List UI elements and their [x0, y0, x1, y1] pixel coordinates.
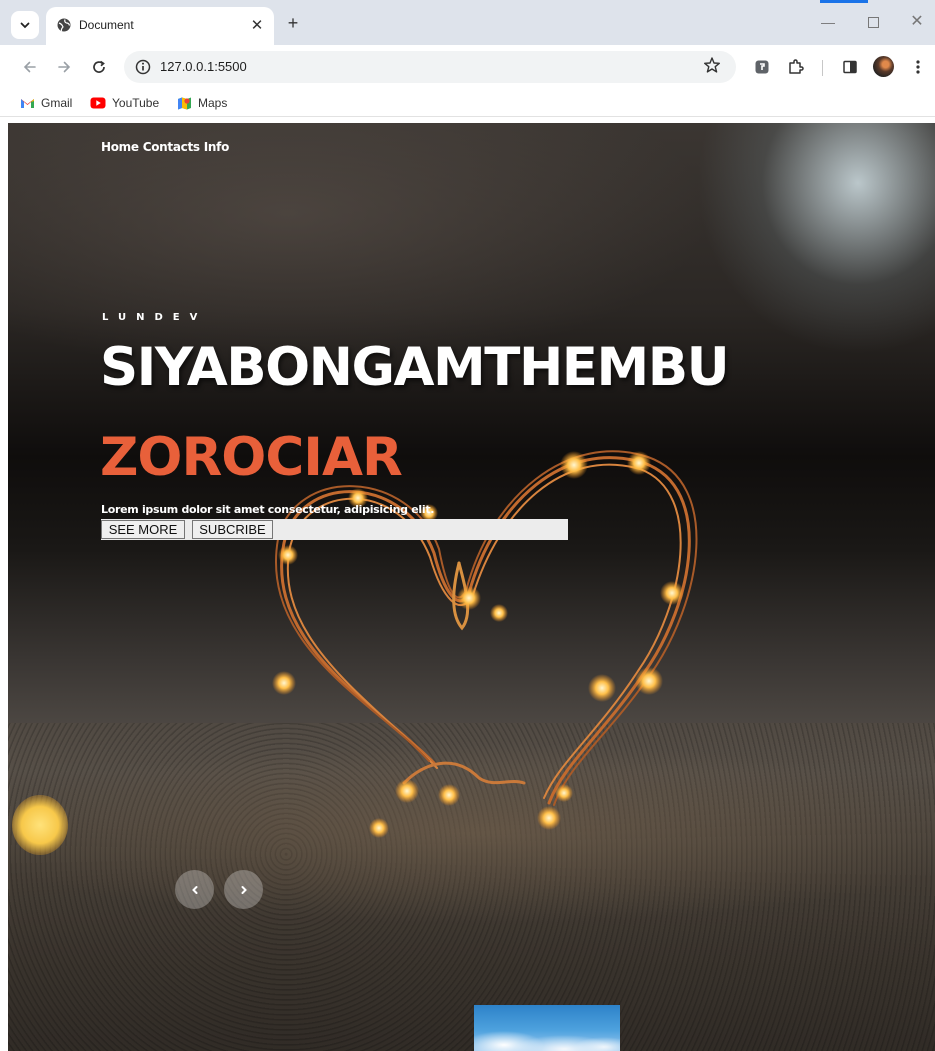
bookmark-maps[interactable]: Maps: [177, 94, 227, 112]
see-more-button[interactable]: SEE MORE: [101, 520, 185, 539]
slider-next-button[interactable]: [224, 870, 263, 909]
chevron-right-icon: [241, 885, 247, 894]
puzzle-icon[interactable]: [784, 55, 808, 79]
nav-home-link[interactable]: Home: [101, 140, 139, 154]
bookmark-label: Gmail: [41, 96, 73, 110]
arrow-right-icon: [58, 61, 71, 73]
globe-icon: [57, 18, 71, 32]
chevron-down-icon: [20, 22, 30, 29]
close-tab-icon[interactable]: ✕: [247, 15, 267, 35]
bookmark-youtube[interactable]: YouTube: [90, 94, 159, 112]
browser-tab[interactable]: Document ✕: [46, 7, 274, 45]
maps-icon: [178, 97, 191, 109]
bookmark-label: YouTube: [112, 96, 160, 110]
slide-thumbnail[interactable]: [474, 1005, 620, 1051]
browser-toolbar: 127.0.0.1:5500: [0, 45, 935, 89]
hero-description: Lorem ipsum dolor sit amet consectetur, …: [101, 503, 435, 516]
minimize-icon[interactable]: —: [817, 11, 839, 33]
tab-strip-accent: [820, 0, 868, 3]
nav-info-link[interactable]: Info: [204, 140, 230, 154]
new-tab-button[interactable]: +: [282, 12, 304, 34]
tab-title: Document: [79, 18, 134, 32]
side-panel-icon[interactable]: [838, 55, 862, 79]
hero-title: SIYABONGAMTHEMBU: [100, 337, 730, 398]
window-close-icon[interactable]: ✕: [906, 11, 928, 33]
url-text: 127.0.0.1:5500: [160, 59, 247, 74]
gmail-icon: [21, 99, 34, 108]
profile-avatar[interactable]: [873, 56, 894, 77]
hero-subtitle: ZOROCIAR: [100, 427, 403, 488]
bookmark-star-icon[interactable]: [702, 55, 722, 75]
bookmark-gmail[interactable]: Gmail: [20, 94, 72, 112]
brand-label: LUNDEV: [102, 312, 208, 323]
chevron-left-icon: [191, 885, 197, 894]
youtube-icon: [90, 97, 106, 109]
page-viewport: Home Contacts Info LUNDEV SIYABONGAMTHEMBU…: [8, 123, 935, 1051]
nav-contacts-link[interactable]: Contacts: [143, 140, 200, 154]
hero-buttons: SEE MORE SUBCRIBE: [101, 519, 568, 540]
toolbar-divider: [822, 60, 823, 76]
bookmarks-bar: Gmail YouTube Maps: [0, 89, 935, 117]
tab-search-button[interactable]: [11, 11, 39, 39]
site-info-icon[interactable]: [134, 58, 152, 76]
maximize-icon[interactable]: [862, 11, 884, 33]
reload-button[interactable]: [87, 55, 111, 79]
bookmark-label: Maps: [198, 96, 228, 110]
address-bar[interactable]: 127.0.0.1:5500: [124, 51, 736, 83]
subscribe-button[interactable]: SUBCRIBE: [192, 520, 273, 539]
bokeh-light: [12, 795, 68, 855]
extension-icon[interactable]: [750, 55, 774, 79]
browser-window: Document ✕ + — ✕ 127.0.0.1:5500 Gmail Yo…: [0, 0, 935, 1051]
reload-icon: [93, 60, 105, 73]
back-button[interactable]: [18, 55, 42, 79]
more-menu-icon[interactable]: [906, 55, 930, 79]
forward-button[interactable]: [52, 55, 76, 79]
top-nav: Home Contacts Info: [101, 140, 233, 154]
slider-prev-button[interactable]: [175, 870, 214, 909]
arrow-left-icon: [23, 61, 36, 73]
tab-strip: Document ✕ + — ✕: [0, 0, 935, 45]
